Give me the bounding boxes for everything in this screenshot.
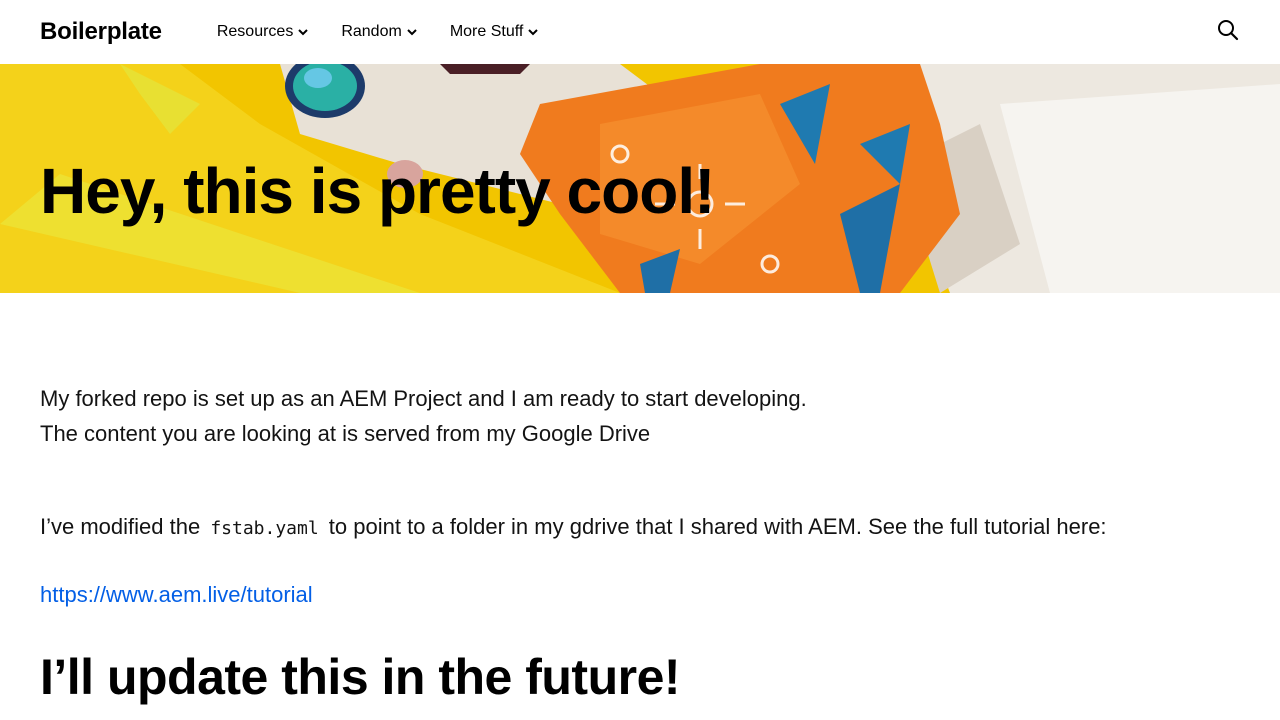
chevron-down-icon [298,29,309,36]
site-header: Boilerplate Resources Random More Stuff [0,0,1280,64]
fstab-text-before: I’ve modified the [40,514,207,539]
nav-item-random[interactable]: Random [341,23,417,41]
hero-banner: Hey, this is pretty cool! [0,64,1280,293]
nav-item-resources[interactable]: Resources [217,23,309,41]
nav-item-label: Random [341,23,402,40]
main-content: My forked repo is set up as an AEM Proje… [0,293,1280,705]
tutorial-link[interactable]: https://www.aem.live/tutorial [40,582,313,608]
fstab-text-after: to point to a folder in my gdrive that I… [322,514,1107,539]
intro-line-2: The content you are looking at is served… [40,421,651,446]
fstab-code: fstab.yaml [210,518,319,539]
page-title: Hey, this is pretty cool! [40,155,715,227]
intro-paragraph: My forked repo is set up as an AEM Proje… [40,381,1240,451]
search-icon[interactable] [1216,18,1240,42]
section-heading: I’ll update this in the future! [40,649,681,705]
main-nav: Resources Random More Stuff [217,23,539,41]
nav-item-label: Resources [216,23,294,40]
brand-logo[interactable]: Boilerplate [40,18,162,46]
chevron-down-icon [528,29,539,36]
nav-item-more-stuff[interactable]: More Stuff [450,23,540,41]
intro-line-1: My forked repo is set up as an AEM Proje… [40,386,807,411]
nav-item-label: More Stuff [449,23,524,40]
chevron-down-icon [407,29,417,36]
fstab-paragraph: I’ve modified the fstab.yaml to point to… [40,509,1240,546]
